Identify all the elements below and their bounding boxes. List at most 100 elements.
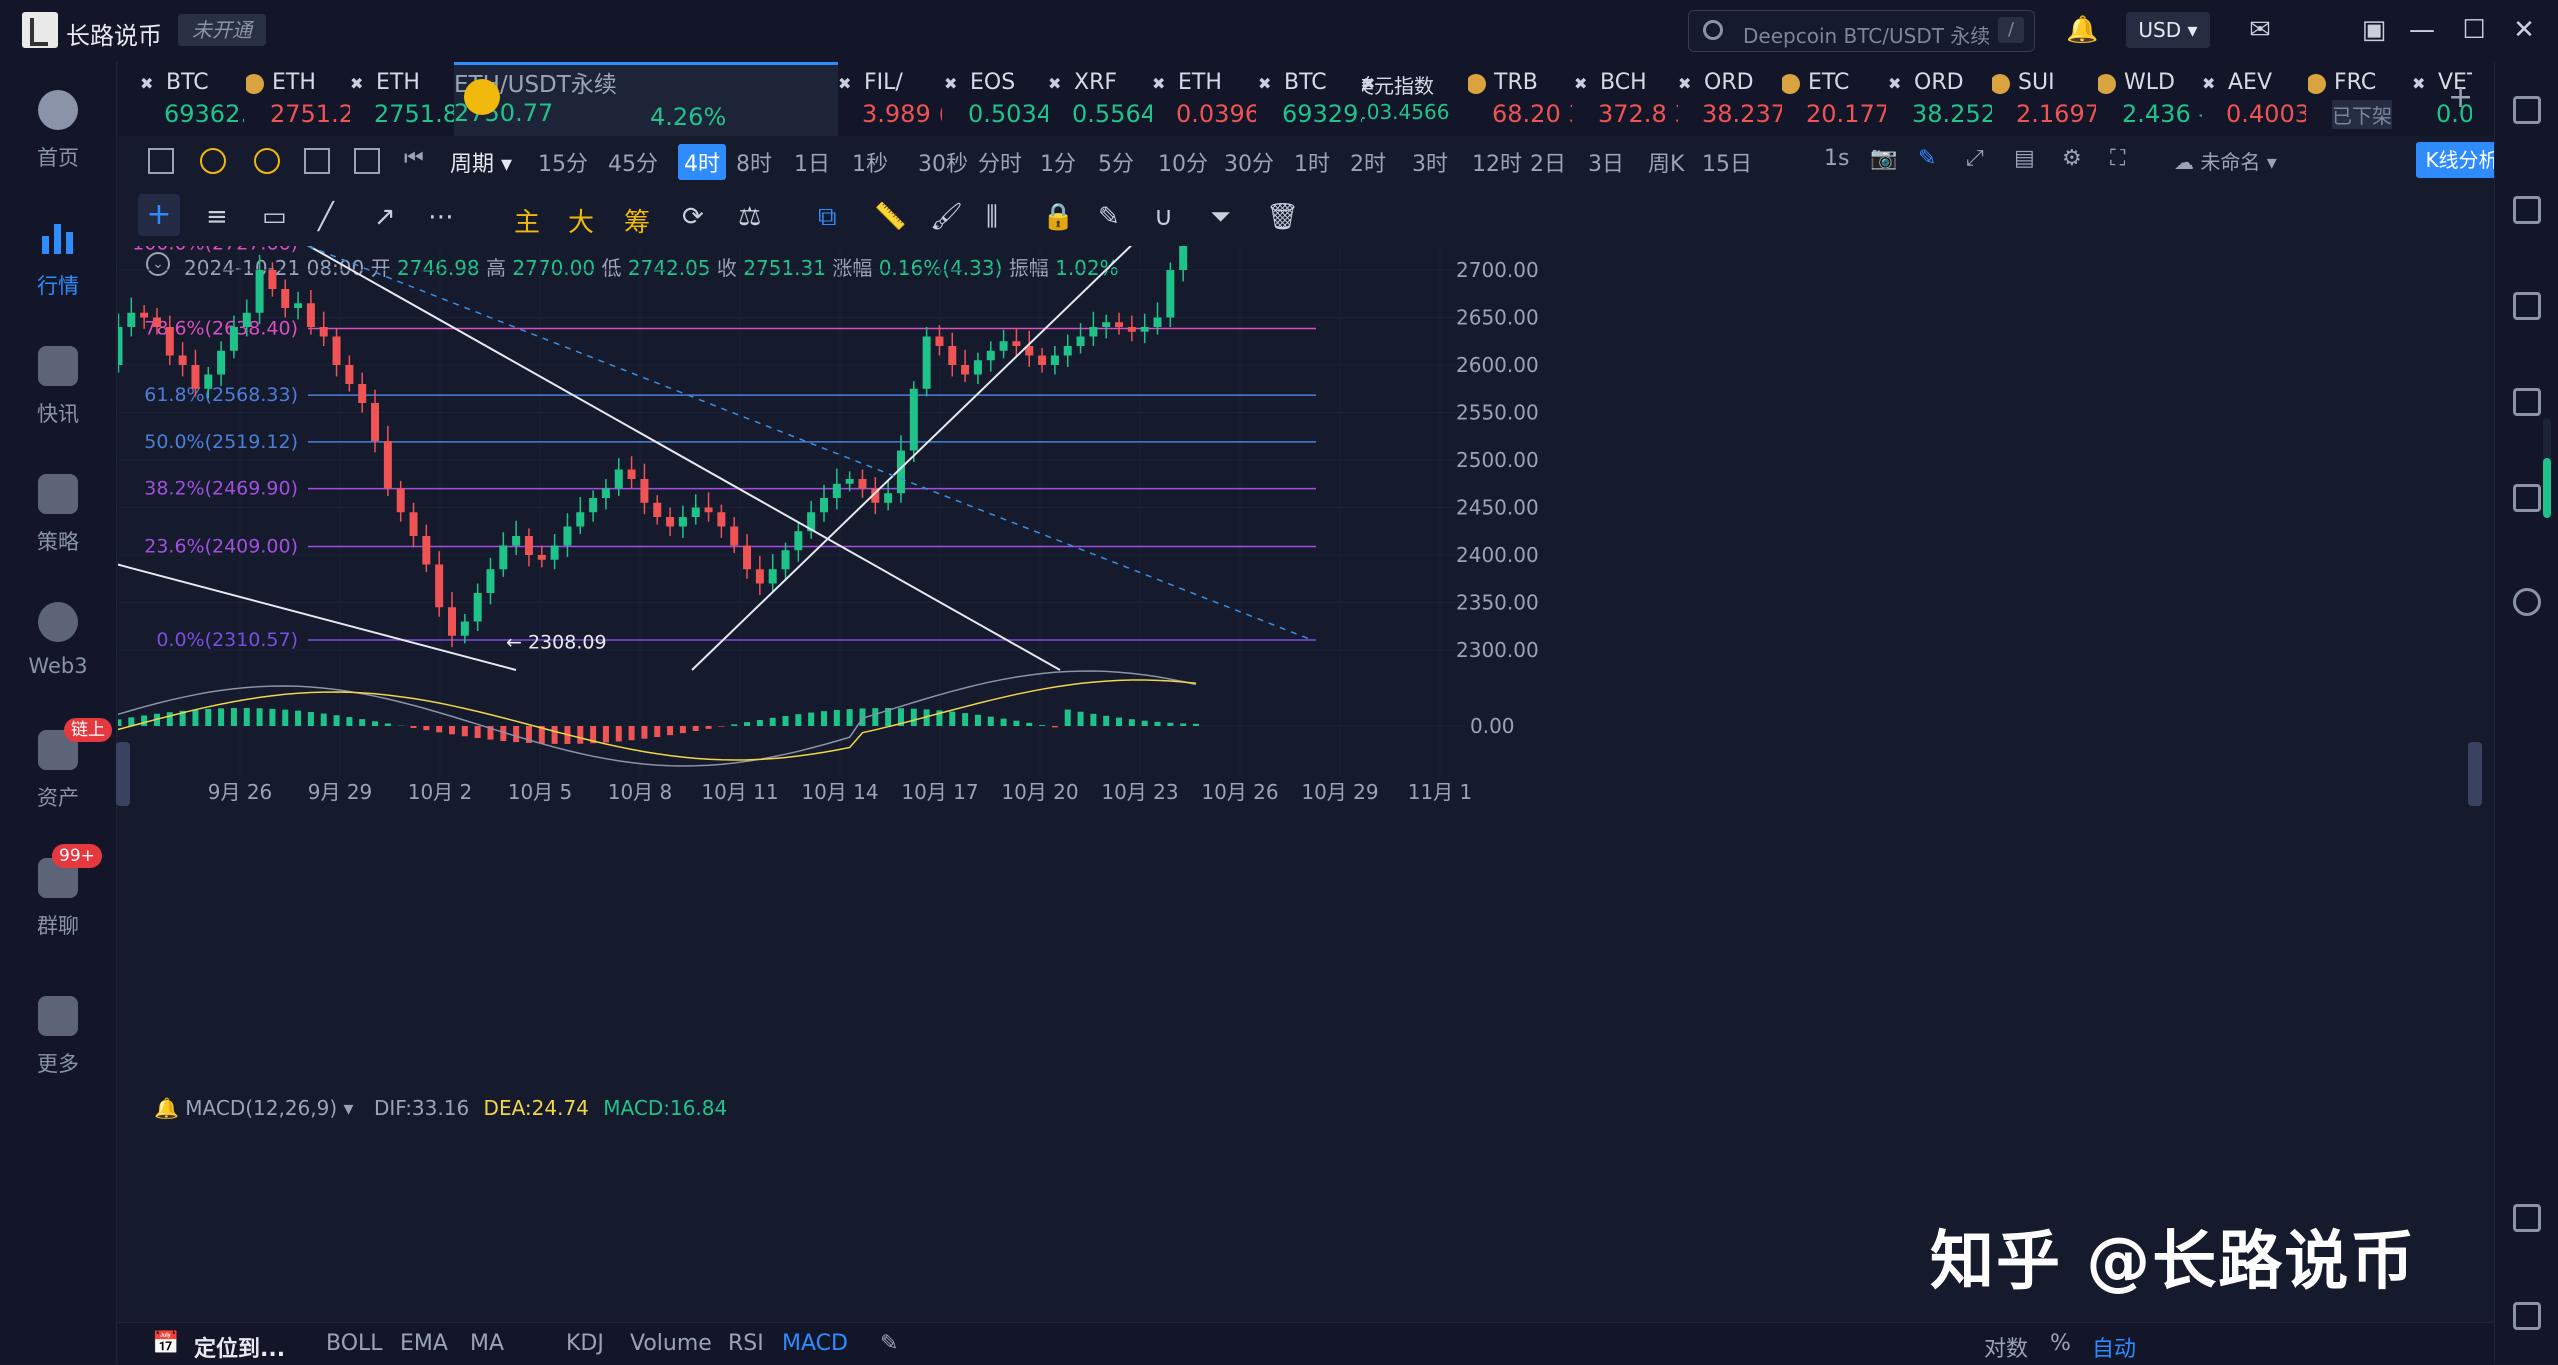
ticker-9[interactable]: TRB68.20 3: [1468, 62, 1572, 136]
log-scale-button[interactable]: 对数: [1984, 1331, 2028, 1363]
maximize-icon[interactable]: ☐: [2458, 14, 2490, 46]
interval-12[interactable]: 30分: [1224, 146, 1274, 178]
trash-icon[interactable]: 🗑: [1266, 202, 1299, 232]
camera-icon[interactable]: 📷: [1870, 146, 1897, 171]
interval-4[interactable]: 8时: [736, 146, 772, 178]
interval-1[interactable]: 15分: [538, 146, 588, 178]
note-icon[interactable]: ✎: [1098, 202, 1120, 232]
percent-scale-button[interactable]: %: [2050, 1331, 2071, 1356]
measure-icon[interactable]: ⚖: [738, 202, 761, 232]
layout-select[interactable]: ☁ 未命名 ▾: [2174, 146, 2277, 175]
interval-19[interactable]: 周K: [1648, 146, 1684, 178]
horizontal-lines-icon[interactable]: ≡: [206, 202, 228, 232]
main-indicator-button[interactable]: 主: [514, 202, 540, 239]
left-panel-handle[interactable]: [116, 742, 130, 806]
window-pin-icon[interactable]: ▣: [2358, 14, 2390, 46]
edit-indicator-icon[interactable]: ✎: [880, 1331, 898, 1356]
ticker-15[interactable]: WLD2.436 -: [2098, 62, 2202, 136]
interval-0[interactable]: 周期 ▾: [450, 146, 512, 178]
crosshair-tool-icon[interactable]: +: [138, 194, 180, 236]
ticker-11[interactable]: ✖ORD38.237: [1678, 62, 1782, 136]
minimize-icon[interactable]: —: [2406, 14, 2438, 46]
ticker-14[interactable]: SUI2.1697: [1992, 62, 2096, 136]
ticker-3[interactable]: ✖FIL/3.989 (: [838, 62, 942, 136]
indicator-kdj[interactable]: KDJ: [566, 1331, 604, 1356]
right-panel-handle[interactable]: [2468, 742, 2482, 806]
indicator-macd[interactable]: MACD: [782, 1331, 848, 1356]
currency-select[interactable]: USD ▾: [2126, 12, 2210, 48]
rewind-icon[interactable]: ⏮: [404, 146, 424, 171]
ticker-10[interactable]: ✖BCH372.8 3: [1574, 62, 1678, 136]
order-book-icon[interactable]: [2513, 196, 2541, 224]
candles-icon[interactable]: ⫼: [986, 202, 998, 233]
interval-2[interactable]: 45分: [608, 146, 658, 178]
close-icon[interactable]: ✕: [2508, 14, 2540, 46]
lock-icon[interactable]: 🔒: [1042, 202, 1074, 232]
interval-6[interactable]: 1秒: [852, 146, 888, 178]
expand-icon[interactable]: ⛶: [2110, 146, 2125, 171]
trade-dollar-icon[interactable]: [2513, 292, 2541, 320]
nav-assets[interactable]: 链上 资产: [0, 730, 116, 840]
speed-icon[interactable]: [200, 148, 226, 174]
indicator-ema[interactable]: EMA: [400, 1331, 448, 1356]
active-ticker-tab[interactable]: ETH/USDT永续 2750.77 4.26%: [454, 62, 838, 136]
ticker-17[interactable]: FRC已下架: [2308, 62, 2412, 136]
interval-10[interactable]: 5分: [1098, 146, 1134, 178]
nav-more[interactable]: 更多: [0, 996, 116, 1106]
rectangle-tool-icon[interactable]: ▭: [262, 202, 287, 232]
mail-icon[interactable]: ✉: [2244, 14, 2276, 46]
interval-15[interactable]: 3时: [1412, 146, 1448, 178]
ray-tool-icon[interactable]: ↗: [374, 202, 396, 232]
ticker-4[interactable]: ✖EOS0.5034: [944, 62, 1048, 136]
convert-icon[interactable]: [2513, 588, 2541, 616]
indicator-volume[interactable]: Volume: [630, 1331, 712, 1356]
ruler-icon[interactable]: 📏: [874, 202, 906, 232]
star-icon[interactable]: [254, 148, 280, 174]
nav-chat[interactable]: 99+ 群聊: [0, 858, 116, 968]
pen-icon[interactable]: ✎: [1918, 146, 1936, 171]
nav-market[interactable]: 行情: [0, 218, 116, 328]
interval-20[interactable]: 15日: [1702, 146, 1752, 178]
bell-icon[interactable]: 🔔: [2066, 14, 2098, 46]
calendar-icon[interactable]: [304, 148, 330, 174]
macd-bell-icon[interactable]: 🔔: [154, 1096, 179, 1120]
filter-icon[interactable]: ⏷: [1210, 202, 1231, 233]
nav-home[interactable]: 首页: [0, 90, 116, 200]
ticker-8[interactable]: ✖美元指数103.4566: [1362, 62, 1466, 136]
ticker-16[interactable]: ✖AEV0.4003: [2202, 62, 2306, 136]
interval-11[interactable]: 10分: [1158, 146, 1208, 178]
ticker-1[interactable]: ETH2751.2: [246, 62, 350, 136]
nav-web3[interactable]: Web3: [0, 602, 116, 712]
interval-3[interactable]: 4时: [678, 144, 726, 180]
interval-9[interactable]: 1分: [1040, 146, 1076, 178]
panel-toggle-icon[interactable]: [2513, 96, 2541, 124]
ticker-0[interactable]: ✖BTC69362.: [140, 62, 244, 136]
screenshot-icon[interactable]: ▤: [2014, 146, 2035, 171]
locate-button[interactable]: 定位到...: [194, 1331, 285, 1363]
price-chart[interactable]: 2800.002750.002700.002650.002600.002550.…: [118, 246, 2494, 1322]
line-tool-icon[interactable]: ╱: [318, 202, 334, 232]
interval-7[interactable]: 30秒: [918, 146, 968, 178]
depth-chart-icon[interactable]: [2513, 388, 2541, 416]
nav-news[interactable]: 快讯: [0, 346, 116, 456]
add-ticker-icon[interactable]: +: [2448, 80, 2473, 115]
fullscreen-chart-icon[interactable]: ⤢: [1966, 146, 1984, 171]
settings-gear-icon[interactable]: ⚙: [2062, 146, 2082, 171]
more-tools-icon[interactable]: ⋯: [428, 202, 454, 232]
ticker-2[interactable]: ✖ETH2751.8: [350, 62, 454, 136]
calendar-locate-icon[interactable]: 📅: [152, 1331, 179, 1356]
interval-17[interactable]: 2日: [1530, 146, 1566, 178]
replay-icon[interactable]: ⟳: [682, 202, 704, 232]
magnet-icon[interactable]: ∪: [1154, 202, 1173, 232]
chart-type-icon[interactable]: [148, 148, 174, 174]
bottom-grid-icon[interactable]: [2513, 1302, 2541, 1330]
brush-icon[interactable]: 🖌: [930, 202, 963, 232]
auto-scale-button[interactable]: 自动: [2092, 1331, 2136, 1363]
ticker-7[interactable]: ✖BTC69329.: [1258, 62, 1362, 136]
ticker-5[interactable]: ✖XRF0.5564: [1048, 62, 1152, 136]
indicator-rsi[interactable]: RSI: [728, 1331, 764, 1356]
interval-8[interactable]: 分时: [978, 146, 1022, 178]
ticker-13[interactable]: ✖ORD38.252: [1888, 62, 1992, 136]
stats-icon[interactable]: [2513, 484, 2541, 512]
interval-18[interactable]: 3日: [1588, 146, 1624, 178]
